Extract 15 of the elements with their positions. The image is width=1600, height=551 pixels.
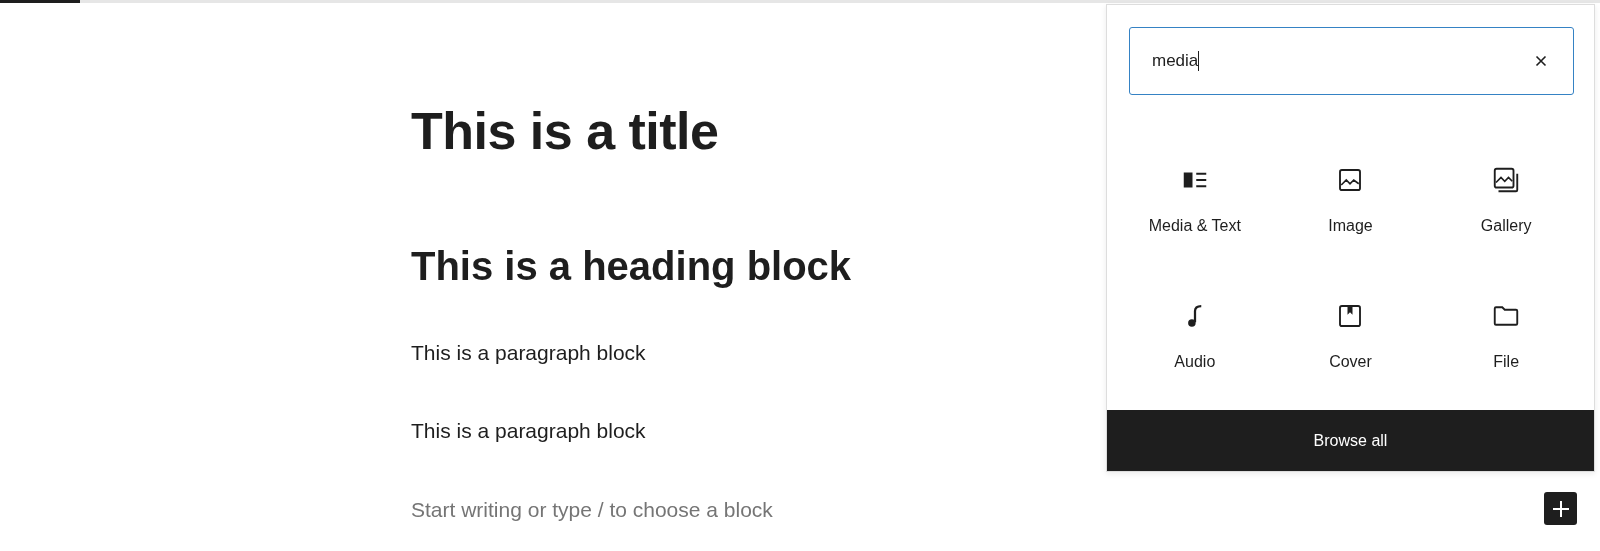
block-item[interactable]: File [1428, 291, 1584, 381]
add-block-button[interactable] [1544, 492, 1577, 525]
post-title: This is a title [411, 103, 720, 161]
block-item[interactable]: Cover [1272, 291, 1429, 381]
block-item[interactable]: Image [1272, 155, 1429, 245]
paragraph-text: This is a paragraph block [411, 418, 647, 444]
block-item[interactable]: Gallery [1428, 155, 1584, 245]
plus-icon [1550, 498, 1571, 519]
block-item[interactable]: Media & Text [1117, 155, 1273, 245]
block-item[interactable]: Audio [1117, 291, 1273, 381]
browse-all-button[interactable]: Browse all [1107, 410, 1594, 471]
paragraph-text: This is a paragraph block [411, 340, 647, 366]
block-placeholder[interactable]: Start writing or type / to choose a block [411, 496, 1051, 522]
search-field[interactable]: media [1129, 27, 1574, 95]
heading-text: This is a heading block [411, 243, 853, 291]
